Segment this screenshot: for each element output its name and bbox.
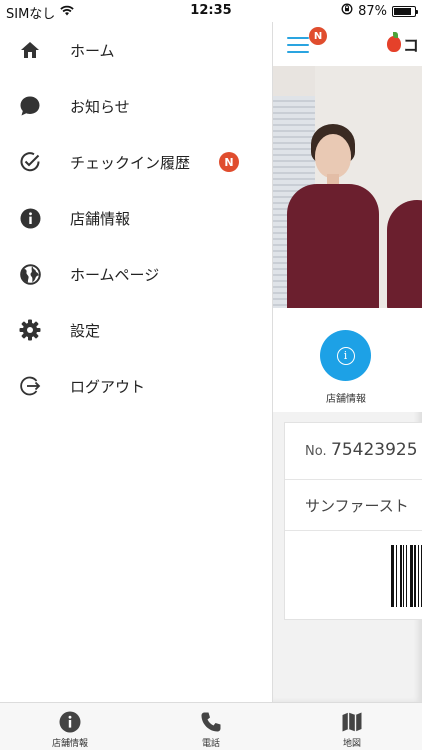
check-circle-icon bbox=[19, 151, 41, 173]
barcode-bar bbox=[400, 545, 402, 607]
drawer-item-store-info[interactable]: 店舗情報 bbox=[0, 190, 272, 246]
member-number: 75423925 bbox=[331, 440, 418, 460]
drawer-item-label: お知らせ bbox=[70, 97, 130, 116]
tab-label: 店舗情報 bbox=[51, 739, 88, 749]
tab-label: 電話 bbox=[201, 739, 220, 749]
gear-icon bbox=[19, 319, 41, 341]
menu-line bbox=[287, 37, 309, 39]
barcode-bar bbox=[403, 545, 404, 607]
drawer-item-label: ホーム bbox=[70, 41, 115, 60]
status-bar: SIMなし 12:35 87% bbox=[0, 0, 422, 22]
chat-bubble-icon bbox=[19, 95, 41, 117]
barcode-bar bbox=[414, 545, 416, 607]
barcode-bar bbox=[396, 545, 397, 607]
drawer-item-home[interactable]: ホーム bbox=[0, 22, 272, 78]
drawer-item-news[interactable]: お知らせ bbox=[0, 78, 272, 134]
new-badge: N bbox=[219, 152, 239, 172]
member-card: No. 75423925 サンファースト bbox=[284, 422, 422, 620]
info-icon bbox=[19, 207, 41, 229]
battery-fill bbox=[394, 7, 412, 15]
tab-phone[interactable]: 電話 bbox=[141, 703, 281, 750]
tab-store-info[interactable]: 店舗情報 bbox=[0, 703, 140, 750]
member-name: サンファースト bbox=[305, 497, 409, 515]
app-logo: コ bbox=[387, 32, 419, 56]
bottom-tab-bar: 店舗情報 電話 地図 bbox=[0, 702, 422, 750]
staff-person bbox=[281, 122, 391, 308]
globe-icon bbox=[19, 263, 41, 285]
main-content: N コ i 店舗情報 No. 75423925 サンファースト bbox=[272, 22, 422, 702]
drawer-item-logout[interactable]: ログアウト bbox=[0, 358, 272, 414]
apple-icon bbox=[387, 32, 401, 52]
quick-action-label: 店舗情報 bbox=[326, 394, 366, 405]
battery-percent: 87% bbox=[358, 3, 387, 19]
drawer-item-label: チェックイン履歴 bbox=[70, 153, 191, 172]
drawer-item-homepage[interactable]: ホームページ bbox=[0, 246, 272, 302]
drawer-item-label: 設定 bbox=[70, 321, 101, 340]
drawer-item-label: ログアウト bbox=[70, 377, 146, 396]
info-icon: i bbox=[336, 346, 355, 365]
hamburger-menu-button[interactable] bbox=[287, 37, 309, 53]
navigation-drawer: ホーム お知らせ チェックイン履歴 N 店舗情報 ホームページ 設定 ログアウト bbox=[0, 22, 272, 702]
info-icon bbox=[58, 710, 82, 734]
logout-icon bbox=[19, 375, 41, 397]
hero-image bbox=[273, 66, 422, 308]
tab-label: 地図 bbox=[342, 739, 361, 749]
barcode-bar bbox=[418, 545, 419, 607]
quick-actions: i 店舗情報 bbox=[273, 308, 422, 412]
logo-text: コ bbox=[403, 36, 420, 55]
member-number-prefix: No. bbox=[305, 444, 327, 459]
app-header: N コ bbox=[273, 22, 422, 66]
menu-line bbox=[287, 44, 309, 46]
menu-line bbox=[287, 51, 309, 53]
battery-icon bbox=[392, 5, 418, 17]
store-info-quick-button[interactable]: i bbox=[320, 330, 371, 381]
barcode-bar bbox=[391, 545, 394, 607]
orientation-lock-icon bbox=[341, 3, 353, 19]
tab-map[interactable]: 地図 bbox=[282, 703, 422, 750]
drawer-item-label: ホームページ bbox=[70, 265, 160, 284]
drawer-item-label: 店舗情報 bbox=[70, 209, 131, 228]
map-icon bbox=[340, 710, 364, 734]
barcode-bar bbox=[410, 545, 413, 607]
barcode-bar bbox=[406, 545, 407, 607]
member-name-row: サンファースト bbox=[285, 480, 422, 531]
drawer-item-settings[interactable]: 設定 bbox=[0, 302, 272, 358]
staff-person bbox=[385, 152, 422, 308]
phone-icon bbox=[199, 710, 223, 734]
member-number-row: No. 75423925 bbox=[285, 423, 422, 480]
status-right: 87% bbox=[341, 3, 418, 19]
menu-new-badge: N bbox=[309, 27, 327, 45]
home-icon bbox=[19, 39, 41, 61]
drawer-item-checkin-history[interactable]: チェックイン履歴 N bbox=[0, 134, 272, 190]
member-barcode bbox=[391, 545, 422, 607]
